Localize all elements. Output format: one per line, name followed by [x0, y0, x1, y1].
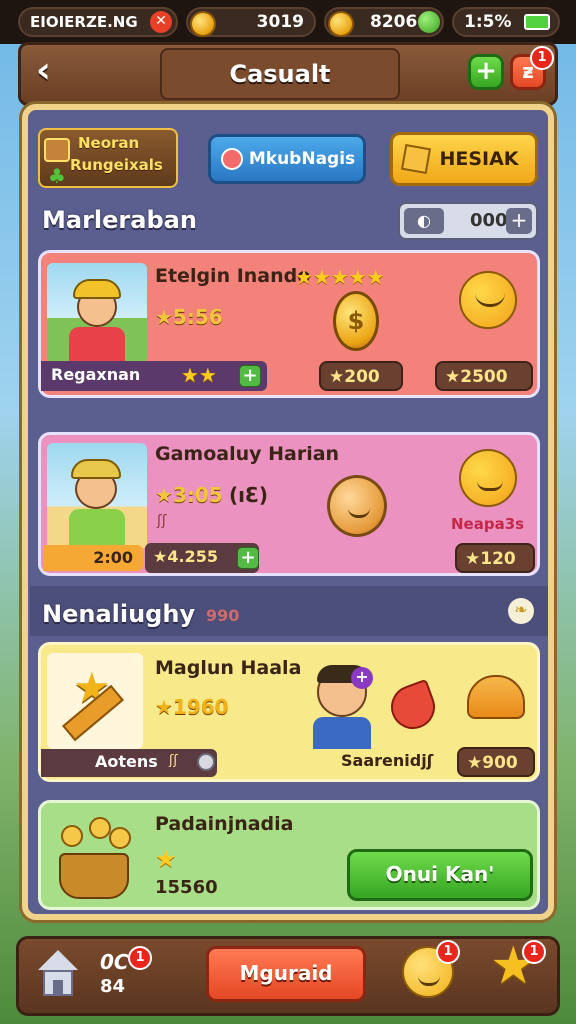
carrier-pill: EIOIERZE.NG ✕: [18, 7, 178, 37]
record-icon: [221, 148, 243, 170]
ticket-icon: [400, 143, 432, 175]
avatar-shirt: [313, 717, 371, 749]
gems-value: 8206: [370, 12, 418, 32]
card-1-price-2[interactable]: ★2500: [435, 361, 533, 391]
character-portrait: [47, 263, 147, 363]
counter-stepper[interactable]: ◐ 000 +: [398, 202, 538, 240]
carrier-text: EIOIERZE.NG: [30, 13, 138, 31]
card-3-price-1-value: ★900: [467, 753, 518, 773]
character-hat: [73, 279, 121, 299]
character-portrait-2: [47, 443, 147, 549]
card-2-name: Gamoaluy Harian: [155, 443, 340, 465]
smiley-coin-icon: [327, 475, 387, 537]
mascot-icon-2: [459, 449, 517, 507]
coin-pill: 3019: [186, 7, 316, 37]
nav-badge-3: 1: [522, 940, 546, 964]
section-title-2: Nenaliughy: [42, 600, 196, 628]
battery-icon: [524, 14, 550, 30]
card-1-name: Etelgin Inando: [155, 265, 311, 287]
item-card-3[interactable]: ★ Maglun Haala ★1960 + Aotens ʃʃ Saareni…: [38, 642, 540, 782]
battery-text: 1:5%: [464, 12, 512, 32]
yellow-action-button[interactable]: HESIAK: [390, 132, 538, 186]
nav-count-top: 0C: [100, 950, 129, 974]
gem-icon: [384, 678, 442, 736]
back-arrow-icon[interactable]: ‹: [36, 52, 76, 92]
card-3-footer-small: ʃʃ: [169, 753, 178, 768]
blue-action-button[interactable]: MkubNagis: [208, 134, 366, 184]
item-card-1[interactable]: Etelgin Inando ★★★★★ ★5:56 $ Regaxnan ★★…: [38, 250, 540, 398]
card-1-price-1-value: ★200: [329, 367, 380, 387]
card-3-footer: Aotens ʃʃ: [41, 749, 217, 777]
leaf-icon: ♣: [48, 164, 66, 188]
card-2-plus-icon[interactable]: +: [237, 547, 259, 569]
item-card-2[interactable]: Gamoaluy Harian ★3:05 (ıƐ) ʃʃ Neapa3s 2:…: [38, 432, 540, 576]
card-1-footer-label: Regaxnan: [51, 365, 141, 384]
gold-gem-icon: [328, 11, 354, 37]
card-2-extra-text: (ıƐ): [229, 483, 269, 507]
card-1-footer-stars: ★★: [181, 363, 217, 387]
info-icon[interactable]: [197, 753, 215, 771]
header-notification-badge: 1: [530, 46, 554, 70]
toggle-icon[interactable]: ◐: [404, 208, 444, 234]
chest-icon: [44, 138, 70, 162]
card-2-footer-left: 2:00: [43, 545, 143, 571]
counter-plus-icon[interactable]: +: [506, 208, 532, 234]
card-2-footer-value-2: ★4.255: [153, 547, 218, 566]
card-4-star: ★: [155, 845, 177, 873]
game-logo: Neoran Rungeixals ♣: [38, 128, 178, 188]
plus-icon[interactable]: +: [468, 54, 504, 90]
card-3-mid-label: Saarenidjʃ: [341, 751, 434, 770]
logo-line2: Rungeixals: [70, 156, 163, 174]
food-icon: [467, 675, 525, 719]
card-4-button-label: Onui Kan': [385, 862, 495, 886]
close-icon[interactable]: ✕: [150, 11, 172, 33]
counter-value: 000: [470, 210, 508, 231]
card-2-price-1[interactable]: ★120: [455, 543, 535, 573]
hammer-picture: ★: [47, 653, 143, 749]
card-3-name: Maglun Haala: [155, 657, 302, 679]
nav-count-bottom: 84: [100, 976, 126, 997]
card-4-action-button[interactable]: Onui Kan': [347, 849, 533, 901]
center-nav-button-label: Mguraid: [239, 961, 333, 985]
gold-coins-basket-icon: [51, 813, 137, 901]
home-icon[interactable]: [34, 950, 82, 1000]
card-4-name: Padainjnadia: [155, 813, 294, 835]
nav-badge-2: 1: [436, 940, 460, 964]
card-2-price-1-value: ★120: [465, 549, 516, 569]
card-2-footer-value: 2:00: [93, 548, 133, 567]
card-1-price-text: ★5:56: [155, 305, 223, 329]
status-bar: EIOIERZE.NG ✕ 3019 8206 1:5%: [0, 0, 576, 44]
coin-icon: [190, 11, 216, 37]
character-shirt: [69, 327, 125, 363]
leaf-icon[interactable]: ❧: [508, 598, 534, 624]
card-4-price-text: 15560: [155, 877, 218, 898]
battery-pill: 1:5%: [452, 7, 560, 37]
center-nav-button[interactable]: Mguraid: [206, 946, 366, 1002]
section-2-sub-text: 990: [206, 606, 240, 625]
card-3-footer-label: Aotens: [95, 752, 158, 771]
card-3-price-1[interactable]: ★900: [457, 747, 535, 777]
card-1-price-2-value: ★2500: [445, 367, 508, 387]
gem-pill: 8206: [324, 7, 444, 37]
card-1-price-1[interactable]: ★200: [319, 361, 403, 391]
character-hat-2: [71, 459, 121, 479]
card-2-price-text: ★3:05: [155, 483, 223, 507]
character-shirt-2: [69, 509, 125, 549]
card-1-footer: Regaxnan ★★: [41, 361, 267, 391]
mascot-icon: [459, 271, 517, 329]
green-gem-icon: [418, 11, 440, 33]
nav-badge-1: 1: [128, 946, 152, 970]
logo-line1: Neoran: [78, 134, 140, 152]
card-1-rating-stars: ★★★★★: [295, 265, 385, 289]
section-title-1: Marleraban: [42, 206, 197, 234]
page-title: Casualt: [160, 48, 400, 100]
card-2-sub-text: ʃʃ: [157, 513, 167, 529]
add-friend-icon[interactable]: +: [351, 667, 373, 689]
card-1-plus-icon[interactable]: +: [239, 365, 261, 387]
card-3-price-text: ★1960: [155, 695, 229, 719]
coins-value: 3019: [256, 12, 304, 32]
card-2-side-label: Neapa3s: [451, 515, 525, 533]
item-card-4[interactable]: Padainjnadia ★ 15560 Onui Kan': [38, 800, 540, 910]
coin-icon: $: [333, 291, 379, 351]
